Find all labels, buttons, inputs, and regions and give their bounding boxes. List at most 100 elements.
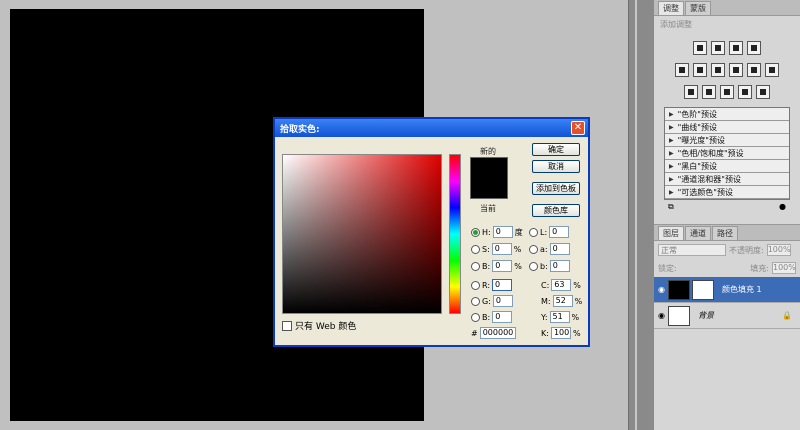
gradient-map-icon[interactable] — [738, 85, 752, 99]
a-field: a: 0 — [529, 243, 570, 255]
red-radio[interactable] — [471, 280, 480, 290]
adjustment-icons-row-2 — [654, 63, 800, 77]
exposure-icon[interactable] — [747, 41, 761, 55]
adjustments-subtitle: 添加调整 — [660, 20, 692, 29]
layers-panel: 图层 通道 路径 正常 不透明度: 100% 锁定: 填充: 100% ◉ 颜色… — [654, 224, 800, 430]
selective-color-icon[interactable] — [756, 85, 770, 99]
expand-triangle-icon: ▶ — [669, 188, 674, 196]
a-input[interactable]: 0 — [549, 243, 570, 255]
layer-thumbnail — [668, 279, 690, 300]
lock-row: 锁定: 填充: 100% — [654, 259, 800, 277]
black-white-icon[interactable] — [729, 63, 743, 77]
saturation-input[interactable]: 0 — [491, 243, 512, 255]
blend-mode-select[interactable]: 正常 — [658, 244, 726, 256]
layer-row[interactable]: ◉ 颜色填充 1 — [654, 277, 800, 303]
black-field: K: 100 % — [541, 327, 581, 339]
preset-item[interactable]: ▶ "通道混和器"预设 — [665, 173, 789, 186]
levels-icon[interactable] — [711, 41, 725, 55]
expand-triangle-icon: ▶ — [669, 175, 674, 183]
lightness-radio[interactable] — [529, 227, 538, 237]
layer-row[interactable]: ◉ 背景 🔒 — [654, 303, 800, 329]
adjustments-tabs: 调整 蒙版 — [654, 0, 800, 16]
green-input[interactable]: 0 — [492, 295, 513, 307]
lock-icon: 🔒 — [782, 311, 792, 320]
brightness-radio[interactable] — [471, 261, 480, 271]
b-radio[interactable] — [529, 261, 538, 271]
preset-list: ▶ "色阶"预设 ▶ "曲线"预设 ▶ "曝光度"预设 ▶ "色相/饱和度"预设 ▶ "黑… — [664, 107, 790, 200]
green-field: G: 0 — [471, 295, 513, 307]
vibrance-icon[interactable] — [675, 63, 689, 77]
ok-button[interactable]: 确定 — [532, 143, 580, 156]
eye-icon[interactable]: ◉ — [658, 285, 668, 294]
cyan-input[interactable]: 63 — [551, 279, 572, 291]
hue-saturation-icon[interactable] — [693, 63, 707, 77]
hue-radio[interactable] — [471, 227, 480, 237]
current-color-label: 当前 — [480, 204, 496, 213]
layer-mask-thumbnail[interactable] — [692, 279, 714, 300]
brightness-input[interactable]: 0 — [492, 260, 513, 272]
lightness-field: L: 0 — [529, 226, 570, 238]
preset-item[interactable]: ▶ "可选颜色"预设 — [665, 186, 789, 199]
hue-input[interactable]: 0 — [492, 226, 513, 238]
blue-input[interactable]: 0 — [492, 311, 513, 323]
expand-triangle-icon: ▶ — [669, 136, 674, 144]
expand-triangle-icon: ▶ — [669, 110, 674, 118]
dialog-titlebar[interactable]: 拾取实色: — [275, 119, 588, 137]
saturation-radio[interactable] — [471, 244, 480, 254]
black-input[interactable]: 100 — [550, 327, 571, 339]
blend-row: 正常 不透明度: 100% — [654, 241, 800, 259]
b-field: b: 0 — [529, 260, 570, 272]
photo-filter-icon[interactable] — [747, 63, 761, 77]
opacity-input[interactable]: 100% — [766, 244, 791, 256]
clip-icon[interactable]: ⧉ — [668, 202, 674, 212]
posterize-icon[interactable] — [702, 85, 716, 99]
blue-radio[interactable] — [471, 312, 480, 322]
brightness-icon[interactable] — [693, 41, 707, 55]
magenta-input[interactable]: 52 — [552, 295, 573, 307]
adjustment-icons-row-1 — [654, 41, 800, 55]
preset-item[interactable]: ▶ "色阶"预设 — [665, 108, 789, 121]
add-to-swatches-button[interactable]: 添加到色板 — [532, 182, 580, 195]
tab-layers[interactable]: 图层 — [658, 226, 684, 240]
preset-item[interactable]: ▶ "黑白"预设 — [665, 160, 789, 173]
threshold-icon[interactable] — [720, 85, 734, 99]
a-radio[interactable] — [529, 244, 538, 254]
green-radio[interactable] — [471, 296, 480, 306]
tab-paths[interactable]: 路径 — [712, 226, 738, 240]
preset-item[interactable]: ▶ "曝光度"预设 — [665, 134, 789, 147]
panel-dock-divider — [628, 0, 654, 430]
close-button[interactable]: ✕ — [571, 121, 585, 135]
invert-icon[interactable] — [684, 85, 698, 99]
brightness-field: B: 0 % — [471, 260, 522, 272]
preset-item[interactable]: ▶ "色相/饱和度"预设 — [665, 147, 789, 160]
channel-mixer-icon[interactable] — [765, 63, 779, 77]
saturation-field: S: 0 % — [471, 243, 522, 255]
cancel-button[interactable]: 取消 — [532, 160, 580, 173]
web-only-checkbox[interactable] — [282, 320, 292, 331]
lightness-input[interactable]: 0 — [549, 226, 570, 238]
curves-icon[interactable] — [729, 41, 743, 55]
hue-slider[interactable] — [449, 154, 461, 314]
yellow-input[interactable]: 51 — [549, 311, 570, 323]
red-input[interactable]: 0 — [492, 279, 513, 291]
layer-name: 背景 — [698, 311, 714, 320]
tab-channels[interactable]: 通道 — [685, 226, 711, 240]
red-field: R: 0 — [471, 279, 513, 291]
fill-input[interactable]: 100% — [772, 262, 796, 274]
tab-masks[interactable]: 蒙版 — [685, 1, 711, 15]
lock-label: 锁定: — [658, 263, 677, 273]
eye-icon[interactable]: ◉ — [658, 311, 668, 320]
saturation-brightness-field[interactable] — [282, 154, 442, 314]
color-libraries-button[interactable]: 颜色库 — [532, 204, 580, 217]
visibility-toggle-icon[interactable]: ● — [779, 202, 786, 212]
web-only-checkbox-row[interactable]: 只有 Web 颜色 — [282, 319, 356, 332]
tab-adjustments[interactable]: 调整 — [658, 1, 684, 15]
expand-triangle-icon: ▶ — [669, 149, 674, 157]
b-input[interactable]: 0 — [549, 260, 570, 272]
color-balance-icon[interactable] — [711, 63, 725, 77]
preset-item[interactable]: ▶ "曲线"预设 — [665, 121, 789, 134]
color-picker-dialog: 拾取实色: ✕ 只有 Web 颜色 新的 当前 确定 取消 添加到色板 颜色库 … — [273, 117, 590, 347]
panel-dock: 调整 蒙版 添加调整 ▶ "色阶"预设 ▶ "曲线"预设 ▶ "曝光度"预设 ▶ "色相… — [654, 0, 800, 430]
hex-input[interactable]: 000000 — [479, 327, 516, 339]
hex-field: # 000000 — [471, 327, 516, 339]
